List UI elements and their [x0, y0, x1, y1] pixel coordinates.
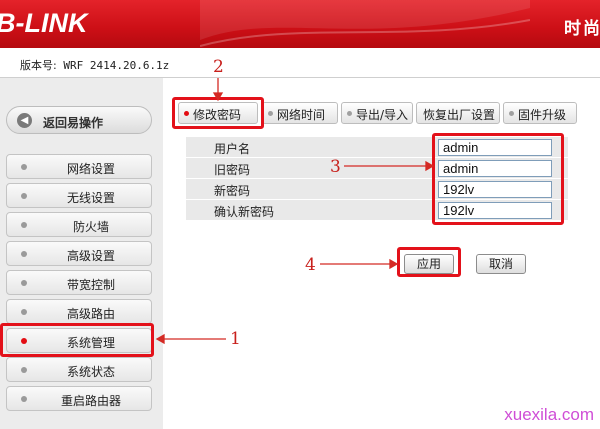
sidebar-item-label: 防火墙	[72, 220, 109, 234]
sidebar-item-label: 无线设置	[66, 191, 115, 205]
tab-label: 网络时间	[277, 108, 326, 122]
sidebar-item-reboot[interactable]: 重启路由器	[6, 386, 152, 411]
version-value: WRF 2414.20.6.1z	[63, 59, 170, 72]
sidebar-item-label: 网络设置	[66, 162, 115, 176]
back-to-easy-mode-button[interactable]: ◀ 返回易操作	[6, 106, 152, 134]
tab-label: 恢复出厂设置	[423, 108, 496, 122]
tab-label: 固件升级	[518, 108, 567, 122]
sidebar-item-label: 重启路由器	[60, 394, 121, 408]
cancel-button[interactable]: 取消	[476, 254, 526, 274]
bullet-icon	[21, 222, 27, 228]
tab-network-time[interactable]: 网络时间	[262, 102, 338, 124]
annotation-box-inputs	[432, 133, 564, 225]
back-arrow-icon: ◀	[17, 113, 32, 128]
header-wave-decoration	[200, 0, 530, 47]
version-bar: 版本号: WRF 2414.20.6.1z	[0, 48, 600, 78]
username-label: 用户名	[214, 142, 251, 156]
annotation-number-3: 3	[330, 157, 341, 177]
bullet-icon	[21, 251, 27, 257]
sidebar-item-label: 高级设置	[66, 249, 115, 263]
sidebar: ◀ 返回易操作 网络设置 无线设置 防火墙 高级设置 带宽控制 高级路由 系统管…	[0, 78, 163, 429]
watermark: xuexila.com	[504, 405, 594, 424]
tab-export-import[interactable]: 导出/导入	[341, 102, 413, 124]
firmware-version: 版本号: WRF 2414.20.6.1z	[20, 57, 169, 73]
confirm-password-label: 确认新密码	[214, 205, 275, 219]
sidebar-item-firewall[interactable]: 防火墙	[6, 212, 152, 237]
sidebar-item-wireless[interactable]: 无线设置	[6, 183, 152, 208]
tab-factory-reset[interactable]: 恢复出厂设置	[416, 102, 500, 124]
version-label: 版本号:	[20, 59, 57, 72]
annotation-number-2: 2	[213, 57, 224, 77]
bullet-icon	[21, 193, 27, 199]
new-password-label: 新密码	[214, 184, 251, 198]
annotation-number-1: 1	[230, 329, 241, 349]
header-right-text: 时尚	[564, 19, 600, 39]
sidebar-item-label: 带宽控制	[66, 278, 115, 292]
bullet-icon	[21, 367, 27, 373]
sidebar-item-label: 高级路由	[66, 307, 115, 321]
sidebar-item-network[interactable]: 网络设置	[6, 154, 152, 179]
back-button-label: 返回易操作	[43, 116, 104, 130]
bullet-icon	[21, 164, 27, 170]
bullet-icon	[21, 309, 27, 315]
bullet-icon	[21, 396, 27, 402]
brand-logo: B-LINK	[0, 8, 88, 38]
old-password-label: 旧密码	[214, 163, 251, 177]
annotation-box-sidebar	[0, 323, 154, 357]
tab-bullet-icon	[347, 111, 352, 116]
annotation-box-apply	[397, 247, 461, 277]
header-bar: B-LINK 时尚	[0, 0, 600, 48]
tab-bullet-icon	[509, 111, 514, 116]
sidebar-item-system-status[interactable]: 系统状态	[6, 357, 152, 382]
tab-bullet-icon	[268, 111, 273, 116]
sidebar-item-routing[interactable]: 高级路由	[6, 299, 152, 324]
annotation-box-tab	[172, 97, 264, 129]
sidebar-item-label: 系统状态	[66, 365, 115, 379]
annotation-number-4: 4	[305, 255, 316, 275]
sidebar-item-advanced[interactable]: 高级设置	[6, 241, 152, 266]
tab-label: 导出/导入	[356, 108, 409, 122]
tab-firmware-upgrade[interactable]: 固件升级	[503, 102, 577, 124]
bullet-icon	[21, 280, 27, 286]
sidebar-item-bandwidth[interactable]: 带宽控制	[6, 270, 152, 295]
